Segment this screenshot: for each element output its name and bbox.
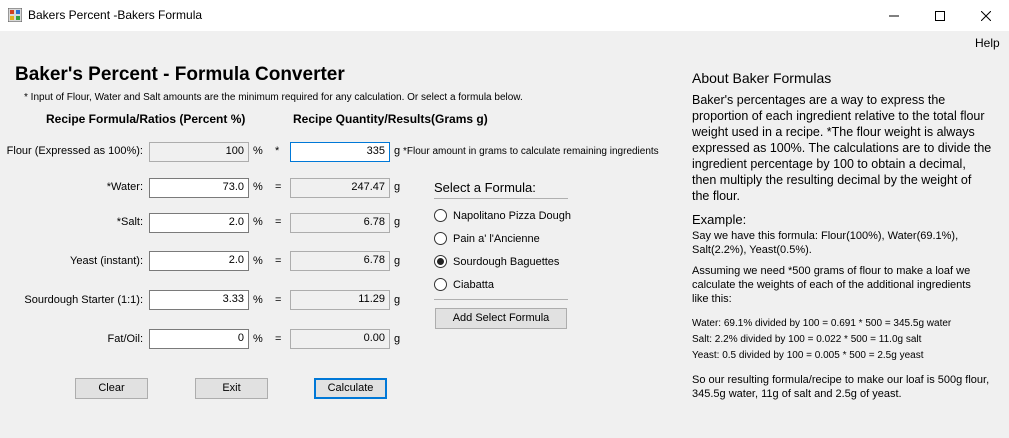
page-title: Baker's Percent - Formula Converter bbox=[15, 64, 345, 85]
grams-symbol: g bbox=[394, 181, 401, 193]
menu-bar bbox=[0, 31, 1009, 53]
salt-grams-field: 6.78 bbox=[290, 213, 390, 233]
operator-symbol: = bbox=[275, 181, 282, 193]
minimize-icon bbox=[889, 15, 899, 16]
yeast-label: Yeast (instant): bbox=[70, 255, 143, 267]
radio-pain-ancienne[interactable] bbox=[434, 232, 447, 245]
radio-selected-dot bbox=[437, 258, 444, 265]
close-button[interactable] bbox=[963, 0, 1009, 31]
percent-symbol: % bbox=[253, 294, 263, 306]
results-column-header: Recipe Quantity/Results(Grams g) bbox=[293, 112, 488, 126]
formula-divider-top bbox=[434, 198, 568, 199]
percent-symbol: % bbox=[253, 145, 263, 157]
example-conclusion: So our resulting formula/recipe to make … bbox=[692, 374, 990, 400]
example-title: Example: bbox=[692, 212, 747, 227]
radio-pain-ancienne-label[interactable]: Pain a' l'Ancienne bbox=[453, 233, 540, 245]
radio-napolitano[interactable] bbox=[434, 209, 447, 222]
flour-grams-input[interactable]: 335 bbox=[290, 142, 390, 162]
exit-button[interactable]: Exit bbox=[195, 378, 268, 399]
maximize-icon bbox=[935, 10, 945, 21]
example-assumption: Assuming we need *500 grams of flour to … bbox=[692, 265, 971, 305]
percent-symbol: % bbox=[253, 181, 263, 193]
starter-label: Sourdough Starter (1:1): bbox=[24, 294, 143, 306]
example-intro: Say we have this formula: Flour(100%), W… bbox=[692, 230, 959, 256]
yeast-percent-input[interactable]: 2.0 bbox=[149, 251, 249, 271]
starter-percent-input[interactable]: 3.33 bbox=[149, 290, 249, 310]
add-formula-button[interactable]: Add Select Formula bbox=[435, 308, 567, 329]
close-icon bbox=[981, 10, 991, 21]
operator-symbol: * bbox=[275, 145, 280, 157]
yeast-grams-field: 6.78 bbox=[290, 251, 390, 271]
salt-label: *Salt: bbox=[116, 216, 143, 228]
water-grams-field: 247.47 bbox=[290, 178, 390, 198]
calc-line-yeast: Yeast: 0.5 divided by 100 = 0.005 * 500 … bbox=[692, 350, 924, 361]
salt-percent-input[interactable]: 2.0 bbox=[149, 213, 249, 233]
starter-grams-field: 11.29 bbox=[290, 290, 390, 310]
flour-hint: *Flour amount in grams to calculate rema… bbox=[403, 146, 659, 157]
operator-symbol: = bbox=[275, 255, 282, 267]
operator-symbol: = bbox=[275, 333, 282, 345]
flour-label: Flour (Expressed as 100%): bbox=[6, 145, 143, 157]
fat-oil-percent-input[interactable]: 0 bbox=[149, 329, 249, 349]
radio-napolitano-label[interactable]: Napolitano Pizza Dough bbox=[453, 210, 571, 222]
about-body: Baker's percentages are a way to express… bbox=[692, 93, 992, 203]
title-bar: Bakers Percent -Bakers Formula bbox=[0, 0, 1009, 31]
operator-symbol: = bbox=[275, 294, 282, 306]
minimize-button[interactable] bbox=[871, 0, 917, 31]
fat-oil-label: Fat/Oil: bbox=[107, 333, 143, 345]
formula-divider-bottom bbox=[434, 299, 568, 300]
percent-symbol: % bbox=[253, 333, 263, 345]
radio-ciabatta[interactable] bbox=[434, 278, 447, 291]
input-note: * Input of Flour, Water and Salt amounts… bbox=[24, 92, 523, 103]
grams-symbol: g bbox=[394, 294, 401, 306]
percent-symbol: % bbox=[253, 216, 263, 228]
calc-line-water: Water: 69.1% divided by 100 = 0.691 * 50… bbox=[692, 318, 952, 329]
percent-symbol: % bbox=[253, 255, 263, 267]
ratios-column-header: Recipe Formula/Ratios (Percent %) bbox=[46, 112, 246, 126]
radio-ciabatta-label[interactable]: Ciabatta bbox=[453, 279, 494, 291]
app-icon bbox=[7, 7, 23, 23]
calc-line-salt: Salt: 2.2% divided by 100 = 0.022 * 500 … bbox=[692, 334, 922, 345]
formula-title: Select a Formula: bbox=[434, 180, 536, 195]
grams-symbol: g bbox=[394, 255, 401, 267]
water-label: *Water: bbox=[106, 181, 143, 193]
fat-oil-grams-field: 0.00 bbox=[290, 329, 390, 349]
maximize-button[interactable] bbox=[917, 0, 963, 31]
grams-symbol: g bbox=[394, 333, 401, 345]
operator-symbol: = bbox=[275, 216, 282, 228]
about-title: About Baker Formulas bbox=[692, 70, 832, 86]
radio-sourdough-baguettes[interactable] bbox=[434, 255, 447, 268]
menu-help[interactable]: Help bbox=[975, 36, 1000, 50]
clear-button[interactable]: Clear bbox=[75, 378, 148, 399]
grams-symbol: g bbox=[394, 145, 401, 157]
window-title: Bakers Percent -Bakers Formula bbox=[28, 8, 203, 22]
grams-symbol: g bbox=[394, 216, 401, 228]
flour-percent-field[interactable]: 100 bbox=[149, 142, 249, 162]
water-percent-input[interactable]: 73.0 bbox=[149, 178, 249, 198]
radio-sourdough-baguettes-label[interactable]: Sourdough Baguettes bbox=[453, 256, 559, 268]
calculate-button[interactable]: Calculate bbox=[314, 378, 387, 399]
